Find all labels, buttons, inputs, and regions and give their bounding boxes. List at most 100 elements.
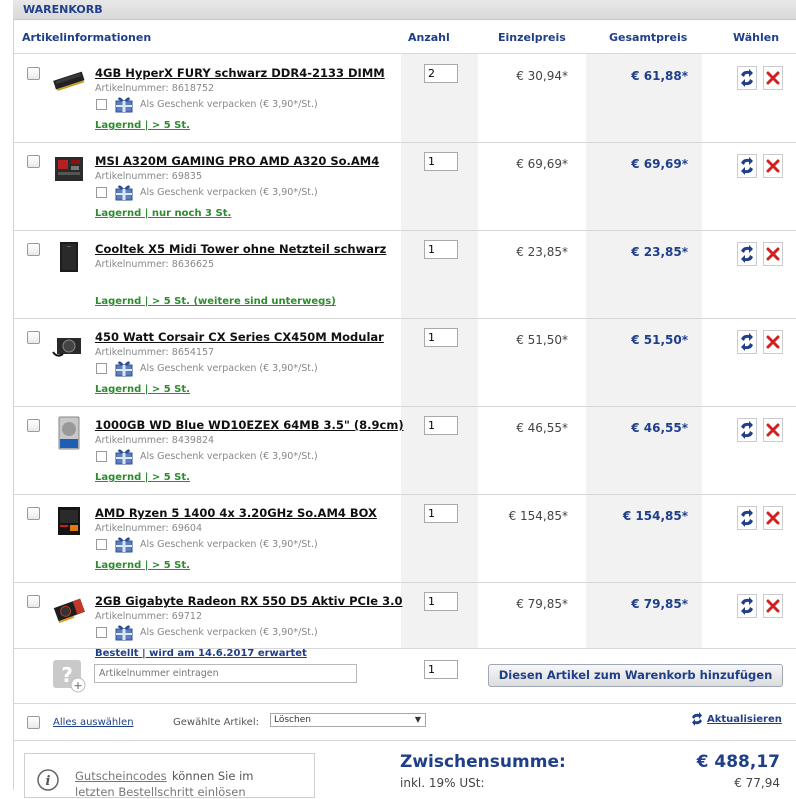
product-name-link[interactable]: 4GB HyperX FURY schwarz DDR4-2133 DIMM xyxy=(95,66,385,80)
add-to-cart-label: Diesen Artikel zum Warenkorb hinzufügen xyxy=(498,668,773,682)
refresh-item-icon[interactable] xyxy=(737,66,757,90)
total-price: € 79,85* xyxy=(631,597,688,611)
article-number: Artikelnummer: 69604 xyxy=(95,523,202,534)
vat-label: inkl. 19% USt: xyxy=(400,776,485,790)
unit-price: € 46,55* xyxy=(516,421,568,435)
col-head-choose: Wählen xyxy=(733,31,780,44)
stock-status-link[interactable]: Lagernd | > 5 St. xyxy=(95,384,190,395)
item-select-checkbox[interactable] xyxy=(27,155,40,168)
gift-wrap-checkbox[interactable] xyxy=(96,187,107,198)
coupon-info-box: i Gutscheincodes können Sie im letzten B… xyxy=(24,753,315,799)
tower-icon[interactable] xyxy=(51,240,87,274)
gift-wrap-checkbox[interactable] xyxy=(96,99,107,110)
delete-item-icon[interactable] xyxy=(763,242,783,266)
product-name-link[interactable]: MSI A320M GAMING PRO AMD A320 So.AM4 xyxy=(95,154,379,168)
product-name-link[interactable]: AMD Ryzen 5 1400 4x 3.20GHz So.AM4 BOX xyxy=(95,506,377,520)
stock-status-link[interactable]: Lagernd | > 5 St. xyxy=(95,120,190,131)
total-price: € 69,69* xyxy=(631,157,688,171)
section-title: WARENKORB xyxy=(23,3,103,16)
delete-item-icon[interactable] xyxy=(763,594,783,618)
svg-text:i: i xyxy=(46,774,51,789)
item-select-checkbox[interactable] xyxy=(27,243,40,256)
divider xyxy=(13,406,796,407)
item-select-checkbox[interactable] xyxy=(27,507,40,520)
refresh-item-icon[interactable] xyxy=(737,330,757,354)
stock-status-link[interactable]: Lagernd | > 5 St. (weitere sind unterweg… xyxy=(95,296,336,307)
coupon-link[interactable]: Gutscheincodes xyxy=(75,769,167,783)
product-name-link[interactable]: Cooltek X5 Midi Tower ohne Netzteil schw… xyxy=(95,242,386,256)
quantity-input[interactable] xyxy=(424,416,458,435)
delete-item-icon[interactable] xyxy=(763,66,783,90)
cart-item-row: 450 Watt Corsair CX Series CX450M Modula… xyxy=(13,318,796,406)
quantity-input[interactable] xyxy=(424,240,458,259)
gift-wrap-label: Als Geschenk verpacken (€ 3,90*/St.) xyxy=(140,187,318,198)
cart-item-row: 4GB HyperX FURY schwarz DDR4-2133 DIMM Ar… xyxy=(13,54,796,142)
delete-item-icon[interactable] xyxy=(763,154,783,178)
gpu-icon[interactable] xyxy=(51,592,87,626)
coupon-text-2: letzten Bestellschritt einlösen xyxy=(75,785,246,799)
gift-icon xyxy=(114,182,134,202)
svg-text:+: + xyxy=(73,679,82,692)
item-select-checkbox[interactable] xyxy=(27,331,40,344)
refresh-item-icon[interactable] xyxy=(737,594,757,618)
select-all-checkbox[interactable] xyxy=(27,716,40,729)
gift-wrap-checkbox[interactable] xyxy=(96,627,107,638)
divider xyxy=(13,740,796,741)
delete-item-icon[interactable] xyxy=(763,418,783,442)
bulk-action-select[interactable]: Löschen ▼ xyxy=(270,713,426,727)
delete-item-icon[interactable] xyxy=(763,330,783,354)
item-select-checkbox[interactable] xyxy=(27,419,40,432)
refresh-link[interactable]: Aktualisieren xyxy=(707,714,782,725)
delete-item-icon[interactable] xyxy=(763,506,783,530)
cpu-box-icon[interactable] xyxy=(51,504,87,538)
add-to-cart-button[interactable]: Diesen Artikel zum Warenkorb hinzufügen xyxy=(488,664,783,687)
cart-item-row: 2GB Gigabyte Radeon RX 550 D5 Aktiv PCIe… xyxy=(13,582,796,670)
add-qty-input[interactable] xyxy=(424,660,458,679)
total-price: € 46,55* xyxy=(631,421,688,435)
chevron-down-icon: ▼ xyxy=(414,715,421,724)
article-number: Artikelnummer: 8439824 xyxy=(95,435,215,446)
gift-icon xyxy=(114,358,134,378)
stock-status-link[interactable]: Bestellt | wird am 14.6.2017 erwartet xyxy=(95,648,307,659)
hdd-icon[interactable] xyxy=(51,416,87,450)
vat-value: € 77,94 xyxy=(734,776,780,790)
refresh-icon[interactable] xyxy=(690,712,704,726)
stock-status-link[interactable]: Lagernd | nur noch 3 St. xyxy=(95,208,231,219)
gift-wrap-checkbox[interactable] xyxy=(96,539,107,550)
refresh-item-icon[interactable] xyxy=(737,506,757,530)
ram-icon[interactable] xyxy=(51,64,87,98)
quantity-input[interactable] xyxy=(424,152,458,171)
quantity-input[interactable] xyxy=(424,504,458,523)
product-name-link[interactable]: 1000GB WD Blue WD10EZEX 64MB 3.5" (8.9cm… xyxy=(95,418,404,432)
quantity-input[interactable] xyxy=(424,328,458,347)
mainboard-icon[interactable] xyxy=(51,152,87,186)
divider xyxy=(13,494,796,495)
psu-icon[interactable] xyxy=(51,328,87,362)
refresh-item-icon[interactable] xyxy=(737,154,757,178)
article-number-input[interactable] xyxy=(94,664,357,683)
gift-wrap-checkbox[interactable] xyxy=(96,363,107,374)
item-select-checkbox[interactable] xyxy=(27,595,40,608)
divider xyxy=(13,648,796,649)
unit-price: € 69,69* xyxy=(516,157,568,171)
selected-articles-label: Gewählte Artikel: xyxy=(173,717,259,728)
article-number: Artikelnummer: 69835 xyxy=(95,171,202,182)
stock-status-link[interactable]: Lagernd | > 5 St. xyxy=(95,472,190,483)
refresh-item-icon[interactable] xyxy=(737,418,757,442)
select-all-link[interactable]: Alles auswählen xyxy=(53,717,134,728)
cart-item-row: MSI A320M GAMING PRO AMD A320 So.AM4 Arti… xyxy=(13,142,796,230)
quantity-input[interactable] xyxy=(424,64,458,83)
gift-wrap-checkbox[interactable] xyxy=(96,451,107,462)
unit-price: € 30,94* xyxy=(516,69,568,83)
article-number: Artikelnummer: 8636625 xyxy=(95,259,215,270)
item-select-checkbox[interactable] xyxy=(27,67,40,80)
cart-item-row: Cooltek X5 Midi Tower ohne Netzteil schw… xyxy=(13,230,796,318)
gift-wrap-label: Als Geschenk verpacken (€ 3,90*/St.) xyxy=(140,363,318,374)
refresh-item-icon[interactable] xyxy=(737,242,757,266)
product-name-link[interactable]: 450 Watt Corsair CX Series CX450M Modula… xyxy=(95,330,384,344)
stock-status-link[interactable]: Lagernd | > 5 St. xyxy=(95,560,190,571)
gift-wrap-label: Als Geschenk verpacken (€ 3,90*/St.) xyxy=(140,99,318,110)
quantity-input[interactable] xyxy=(424,592,458,611)
unit-price: € 154,85* xyxy=(508,509,568,523)
product-name-link[interactable]: 2GB Gigabyte Radeon RX 550 D5 Aktiv PCIe… xyxy=(95,594,402,608)
